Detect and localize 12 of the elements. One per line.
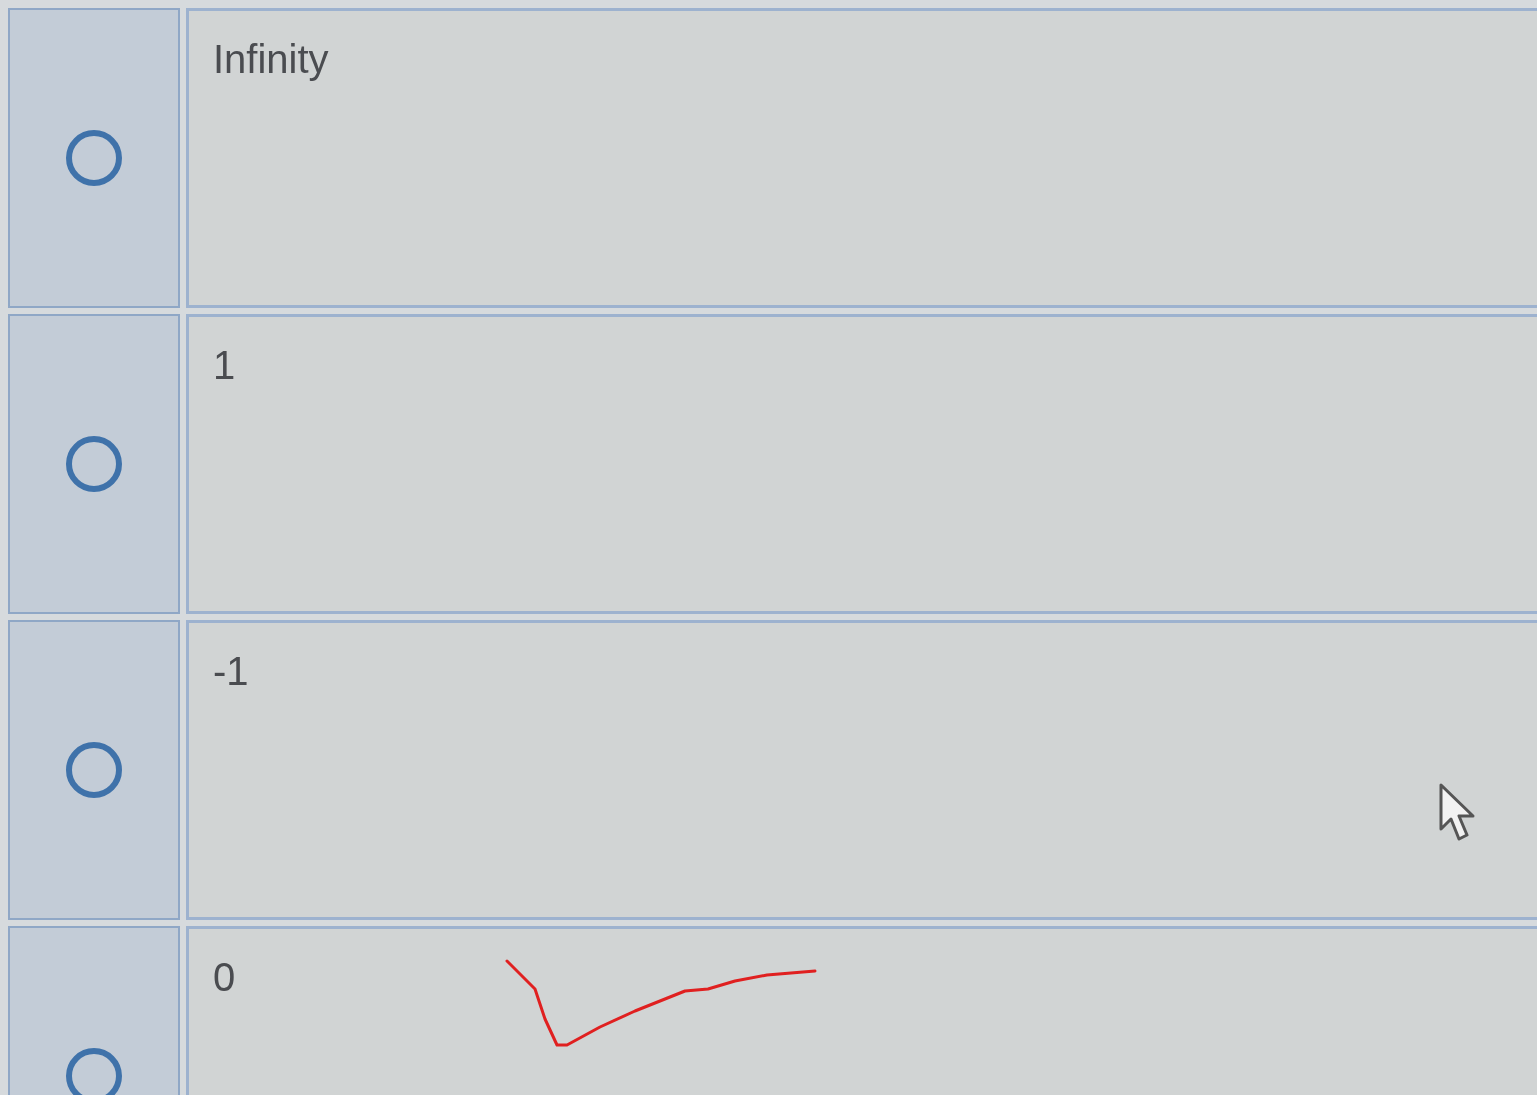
radio-button[interactable]: [66, 436, 122, 492]
radio-button[interactable]: [66, 1048, 122, 1095]
option-label: 1: [213, 343, 236, 387]
option-label: -1: [213, 649, 249, 693]
answer-option[interactable]: -1: [186, 620, 1537, 920]
radio-button[interactable]: [66, 742, 122, 798]
radio-button[interactable]: [66, 130, 122, 186]
answer-option[interactable]: Infinity: [186, 8, 1537, 308]
option-label: 0: [213, 955, 236, 999]
option-label: Infinity: [213, 37, 329, 81]
answer-option[interactable]: 1: [186, 314, 1537, 614]
answer-option[interactable]: 0: [186, 926, 1537, 1095]
